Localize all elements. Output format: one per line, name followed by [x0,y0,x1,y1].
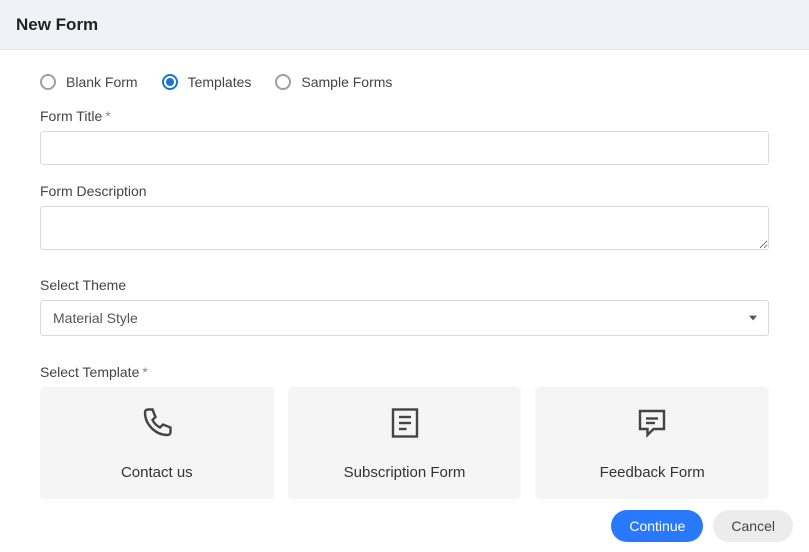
radio-icon [40,74,56,90]
radio-templates[interactable]: Templates [162,74,252,90]
theme-select[interactable]: Material Style [40,300,769,336]
select-theme-label: Select Theme [40,277,769,293]
template-card-subscription-form[interactable]: Subscription Form [288,387,522,499]
cancel-button[interactable]: Cancel [713,510,793,542]
select-template-label: Select Template * [40,364,769,380]
required-mark: * [105,108,110,124]
chat-icon [634,405,670,446]
dialog-title: New Form [16,15,98,35]
template-card-feedback-form[interactable]: Feedback Form [535,387,769,499]
form-title-input[interactable] [40,131,769,165]
form-description-label: Form Description [40,183,769,199]
dialog-footer: Continue Cancel [611,510,793,542]
template-card-contact-us[interactable]: Contact us [40,387,274,499]
form-description-input[interactable] [40,206,769,250]
document-icon [387,405,423,446]
continue-button[interactable]: Continue [611,510,703,542]
radio-icon [162,74,178,90]
radio-label: Sample Forms [301,74,392,90]
radio-label: Blank Form [66,74,138,90]
template-cards: Contact us Subscription Form Feedback Fo… [40,387,769,499]
theme-select-value: Material Style [53,310,138,326]
form-type-radios: Blank Form Templates Sample Forms [40,74,769,90]
dialog-header: New Form [0,0,809,50]
phone-icon [139,405,175,446]
form-title-label: Form Title * [40,108,769,124]
radio-sample-forms[interactable]: Sample Forms [275,74,392,90]
required-mark: * [142,364,147,380]
template-card-label: Contact us [121,464,193,481]
template-card-label: Feedback Form [600,464,705,481]
radio-icon [275,74,291,90]
radio-blank-form[interactable]: Blank Form [40,74,138,90]
template-card-label: Subscription Form [344,464,466,481]
radio-label: Templates [188,74,252,90]
